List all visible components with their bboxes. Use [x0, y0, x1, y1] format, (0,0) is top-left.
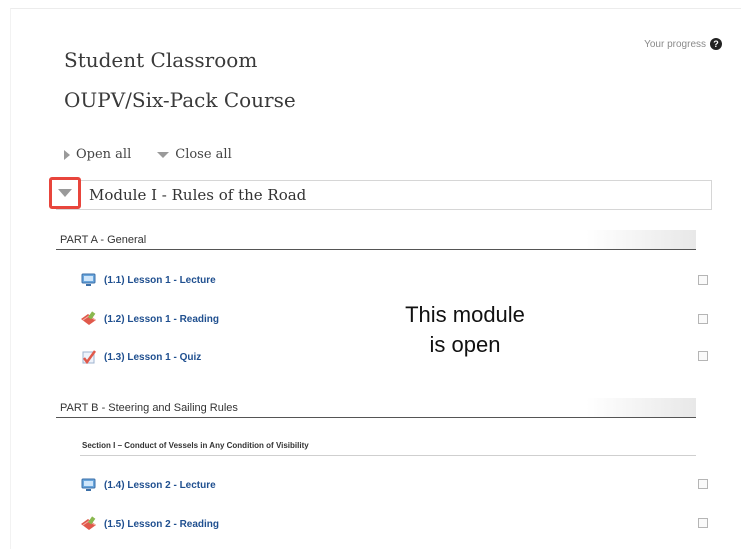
progress-label: Your progress — [644, 38, 706, 50]
part-a-header: PART A - General — [56, 230, 696, 250]
reading-icon — [80, 516, 98, 532]
help-icon[interactable]: ? — [710, 38, 722, 50]
part-b-title: PART B - Steering and Sailing Rules — [60, 401, 238, 414]
annotation-line-2: is open — [429, 332, 501, 357]
lesson-label[interactable]: (1.5) Lesson 2 - Reading — [104, 519, 219, 530]
completion-checkbox[interactable] — [698, 351, 708, 361]
page-title: Student Classroom — [64, 48, 258, 72]
lesson-1-1[interactable]: (1.1) Lesson 1 - Lecture — [80, 269, 696, 291]
caret-down-icon — [58, 189, 72, 197]
expand-controls: Open all Close all — [64, 147, 232, 162]
section-header: Section I – Conduct of Vessels in Any Co… — [80, 436, 696, 456]
lecture-icon — [80, 477, 98, 493]
caret-down-icon — [157, 151, 170, 158]
lecture-icon — [80, 272, 98, 288]
lesson-label[interactable]: (1.2) Lesson 1 - Reading — [104, 314, 219, 325]
close-all-button[interactable]: Close all — [157, 147, 232, 162]
progress-info: Your progress ? — [644, 38, 722, 50]
course-title: OUPV/Six-Pack Course — [64, 88, 296, 112]
open-all-button[interactable]: Open all — [64, 147, 131, 162]
annotation-line-1: This module — [405, 302, 525, 327]
lesson-label[interactable]: (1.3) Lesson 1 - Quiz — [104, 352, 201, 363]
completion-checkbox[interactable] — [698, 479, 708, 489]
open-all-label: Open all — [76, 147, 132, 162]
section-title: Section I – Conduct of Vessels in Any Co… — [82, 441, 309, 450]
part-b-header: PART B - Steering and Sailing Rules — [56, 398, 696, 418]
close-all-label: Close all — [175, 147, 232, 162]
quiz-icon — [80, 349, 98, 365]
module-collapse-toggle[interactable] — [49, 177, 81, 209]
module-title: Module I - Rules of the Road — [89, 186, 307, 204]
header-shade — [586, 398, 696, 417]
module-header[interactable]: Module I - Rules of the Road — [56, 180, 712, 210]
lesson-label[interactable]: (1.4) Lesson 2 - Lecture — [104, 480, 216, 491]
header-shade — [586, 230, 696, 249]
lesson-label[interactable]: (1.1) Lesson 1 - Lecture — [104, 275, 216, 286]
lesson-1-4[interactable]: (1.4) Lesson 2 - Lecture — [80, 474, 696, 496]
caret-right-icon — [64, 149, 70, 160]
annotation-callout: This module is open — [370, 300, 560, 360]
completion-checkbox[interactable] — [698, 275, 708, 285]
reading-icon — [80, 311, 98, 327]
part-a-title: PART A - General — [60, 233, 147, 246]
completion-checkbox[interactable] — [698, 518, 708, 528]
completion-checkbox[interactable] — [698, 314, 708, 324]
lesson-1-5[interactable]: (1.5) Lesson 2 - Reading — [80, 513, 696, 535]
